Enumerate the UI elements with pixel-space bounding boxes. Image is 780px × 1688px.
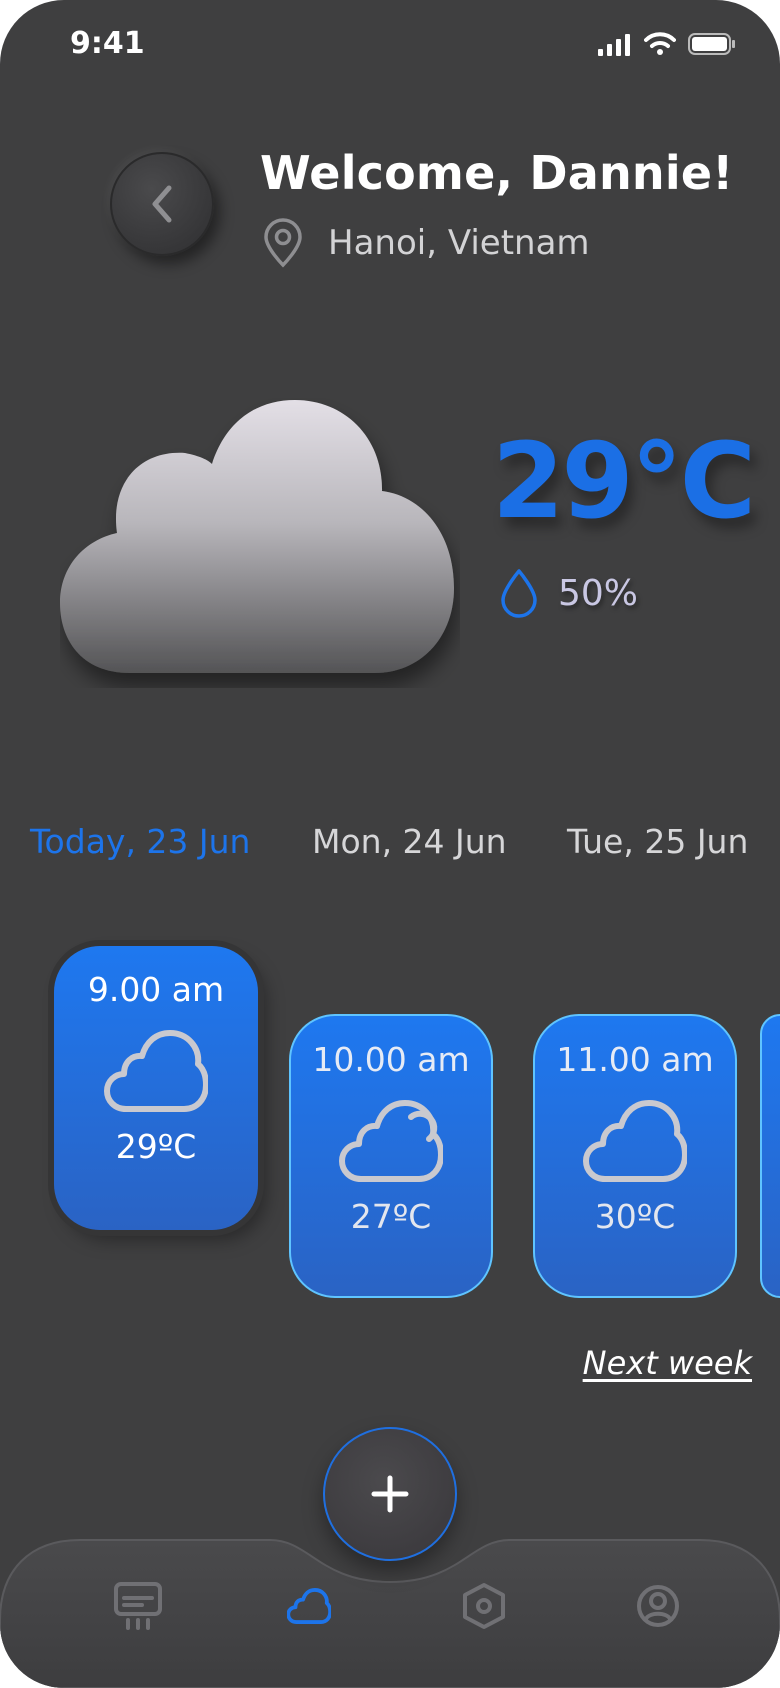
hour-time: 11.00 am [556, 1040, 714, 1079]
location-label: Hanoi, Vietnam [328, 223, 590, 263]
location-pin-icon [264, 218, 302, 268]
cloud-icon [583, 1100, 687, 1182]
nav-settings[interactable] [458, 1580, 510, 1632]
current-temperature: 29°C [492, 420, 756, 542]
nav-profile[interactable] [632, 1580, 684, 1632]
profile-icon [637, 1585, 679, 1627]
tab-today[interactable]: Today, 23 Jun [30, 822, 250, 861]
nav-weather[interactable] [283, 1580, 335, 1632]
hour-card[interactable]: 11.00 am 30ºC [533, 1014, 737, 1298]
tab-tue[interactable]: Tue, 25 Jun [567, 822, 748, 861]
cloud-sun-icon [339, 1100, 443, 1182]
back-button[interactable] [110, 152, 214, 256]
cloud-icon [287, 1588, 331, 1624]
add-button[interactable] [323, 1427, 457, 1561]
next-week-link[interactable]: Next week [583, 1344, 752, 1382]
humidity: 50% [498, 568, 638, 618]
hour-temperature: 30ºC [594, 1197, 676, 1236]
welcome-title: Welcome, Dannie! [260, 146, 734, 200]
hour-card[interactable]: 10.00 am 27ºC [289, 1014, 493, 1298]
air-conditioner-icon [114, 1582, 162, 1630]
nav-air-conditioner[interactable] [112, 1580, 164, 1632]
status-time: 9:41 [70, 26, 145, 61]
cloud-icon [60, 400, 454, 673]
water-drop-icon [501, 569, 537, 618]
wifi-icon [644, 32, 676, 55]
hour-time: 10.00 am [312, 1040, 470, 1079]
status-icons [598, 32, 736, 56]
signal-icon [598, 34, 630, 56]
phone-screen: 9:41 Welcome, Dannie! Hanoi, Vietnam 29°… [0, 0, 780, 1688]
chevron-left-icon [152, 185, 172, 223]
location: Hanoi, Vietnam [262, 218, 590, 268]
hour-card-peek[interactable] [760, 1014, 780, 1298]
settings-hex-icon [463, 1583, 505, 1629]
hour-temperature: 29ºC [115, 1127, 197, 1166]
humidity-value: 50% [558, 572, 639, 614]
plus-icon [371, 1475, 409, 1513]
hour-time: 9.00 am [87, 970, 225, 1009]
hour-card[interactable]: 9.00 am 29ºC [54, 946, 258, 1230]
cloud-icon [104, 1030, 208, 1112]
tab-mon[interactable]: Mon, 24 Jun [312, 822, 507, 861]
battery-icon [688, 33, 735, 55]
hour-temperature: 27ºC [350, 1197, 432, 1236]
